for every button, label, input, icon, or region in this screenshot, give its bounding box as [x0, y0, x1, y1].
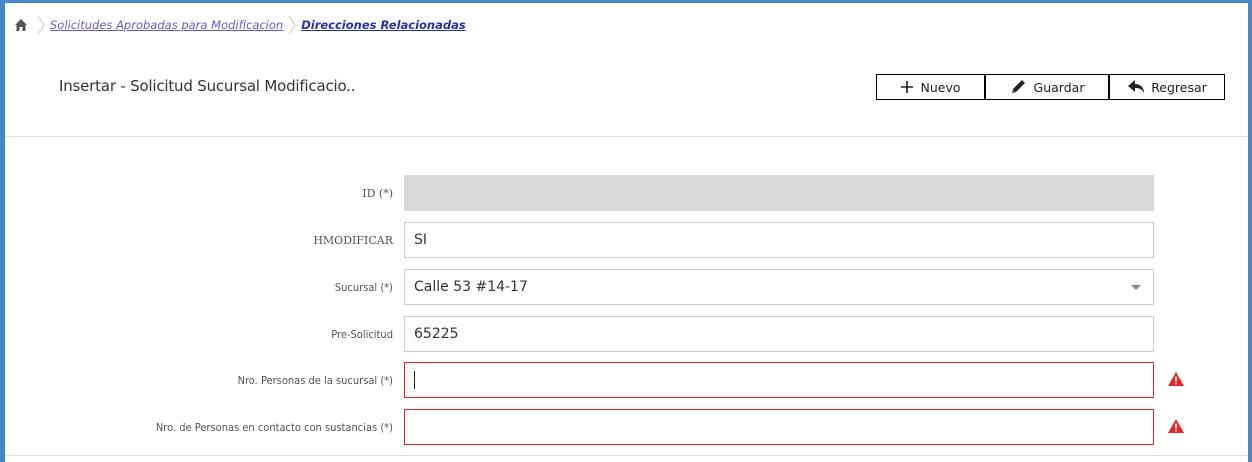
regresar-button-label: Regresar — [1151, 79, 1207, 95]
presolicitud-field[interactable]: 65225 — [404, 316, 1154, 352]
chevron-down-icon[interactable] — [1131, 285, 1141, 290]
hmodificar-label: HMODIFICAR — [313, 233, 393, 247]
toolbar: Nuevo Guardar Regresar — [876, 74, 1225, 100]
regresar-button[interactable]: Regresar — [1109, 74, 1225, 100]
breadcrumb-link-direcciones[interactable]: Direcciones Relacionadas — [301, 18, 466, 32]
sucursal-label: Sucursal (*) — [334, 280, 393, 294]
warning-icon — [1168, 372, 1184, 386]
frame-top-border — [0, 0, 1252, 3]
hmodificar-field[interactable]: SI — [404, 222, 1154, 258]
form-row-presolicitud: Pre-Solicitud 65225 — [0, 316, 1252, 352]
id-field — [404, 175, 1154, 211]
nuevo-button[interactable]: Nuevo — [876, 74, 985, 100]
header-divider — [5, 136, 1248, 137]
form-row-nro-contacto: Nro. de Personas en contacto con sustanc… — [0, 409, 1252, 445]
form-row-hmodificar: HMODIFICAR SI — [0, 222, 1252, 258]
sucursal-selected-value: Calle 53 #14-17 — [414, 279, 528, 295]
reply-icon — [1128, 80, 1145, 93]
guardar-button-label: Guardar — [1033, 79, 1085, 95]
breadcrumb-separator-icon — [288, 15, 296, 35]
sucursal-select[interactable]: Calle 53 #14-17 — [404, 269, 1154, 305]
page-title: Insertar - Solicitud Sucursal Modificaci… — [59, 77, 356, 95]
form-row-nro-personas: Nro. Personas de la sucursal (*) — [0, 362, 1252, 398]
breadcrumb-link-solicitudes[interactable]: Solicitudes Aprobadas para Modificacion — [50, 18, 283, 32]
pencil-icon — [1011, 80, 1025, 93]
warning-icon — [1168, 419, 1184, 433]
nro-personas-label: Nro. Personas de la sucursal (*) — [237, 373, 393, 387]
id-label: ID (*) — [362, 186, 393, 200]
home-icon[interactable] — [14, 18, 28, 32]
guardar-button[interactable]: Guardar — [985, 74, 1109, 100]
breadcrumb-separator-icon — [37, 15, 45, 35]
presolicitud-label: Pre-Solicitud — [331, 327, 393, 341]
nro-personas-input[interactable] — [404, 362, 1154, 398]
nro-contacto-input[interactable] — [404, 409, 1154, 445]
form-row-sucursal: Sucursal (*) Calle 53 #14-17 — [0, 269, 1252, 305]
breadcrumb: Solicitudes Aprobadas para Modificacion … — [14, 14, 466, 36]
footer-divider — [5, 455, 1248, 456]
nro-contacto-label: Nro. de Personas en contacto con sustanc… — [155, 420, 393, 434]
plus-icon — [901, 81, 914, 93]
text-cursor — [414, 371, 415, 389]
form-row-id: ID (*) — [0, 175, 1252, 211]
nuevo-button-label: Nuevo — [920, 79, 961, 95]
